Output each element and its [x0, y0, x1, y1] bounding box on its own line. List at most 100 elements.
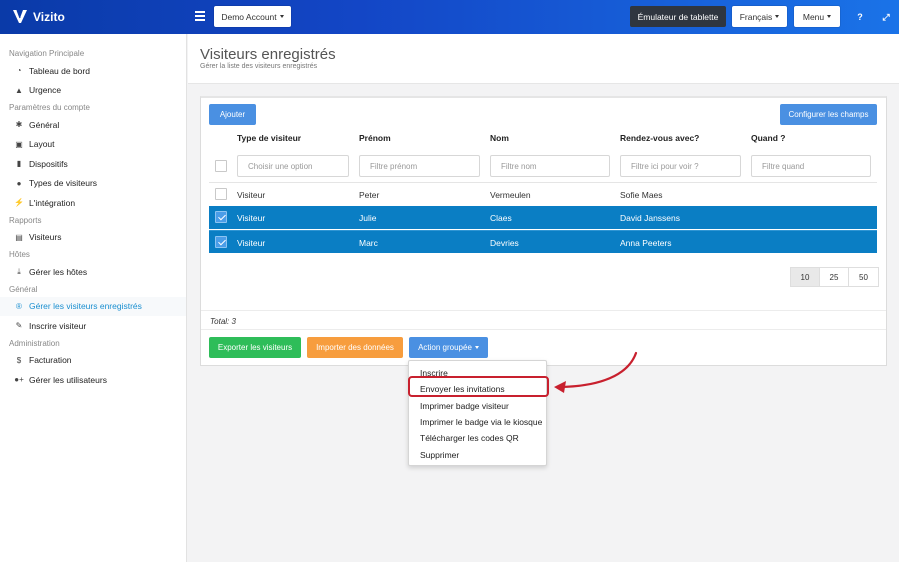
account-dropdown[interactable]: Demo Account: [214, 6, 291, 27]
gear-icon: ✱: [15, 120, 23, 130]
sidebar-item-label: Gérer les hôtes: [29, 266, 88, 277]
sidebar-item-label: Urgence: [29, 85, 62, 96]
rdv-filter-input[interactable]: Filtre ici pour voir ?: [620, 155, 741, 177]
page-size-selector: 10 25 50: [790, 267, 879, 287]
row-checkbox[interactable]: [215, 188, 227, 200]
brand-name: Vizito: [33, 9, 65, 24]
sidebar-item-label: Layout: [29, 139, 55, 150]
type-filter-select[interactable]: Choisir une option: [237, 155, 349, 177]
total-count: Total: 3: [210, 317, 236, 326]
nom-filter-text: Filtre nom: [501, 161, 537, 171]
column-header-quand[interactable]: Quand ?: [751, 133, 785, 143]
menu-item-supprimer[interactable]: Supprimer: [420, 450, 459, 460]
page-size-option[interactable]: 10: [791, 268, 820, 286]
page-size-option[interactable]: 50: [849, 268, 878, 286]
bulk-action-button[interactable]: Action groupée: [409, 337, 488, 358]
sidebar-item-gerer-utilisateurs[interactable]: ●+ Gérer les utilisateurs: [0, 370, 186, 390]
tablet-emulator-label: Émulateur de tablette: [637, 11, 719, 22]
menu-item-imprimer-badge[interactable]: Imprimer badge visiteur: [420, 401, 509, 411]
chevron-down-icon: [827, 15, 832, 18]
question-icon[interactable]: ?: [854, 11, 866, 23]
sidebar: Navigation Principale ◔ Tableau de bord ▲…: [0, 34, 187, 562]
sidebar-item-facturation[interactable]: $ Facturation: [0, 351, 186, 371]
export-label: Exporter les visiteurs: [217, 343, 293, 352]
page-subtitle: Gérer la liste des visiteurs enregistrés: [200, 63, 318, 70]
sidebar-item-visiteurs-enregistres[interactable]: ® Gérer les visiteurs enregistrés: [0, 296, 186, 316]
cell-type: Visiteur: [237, 238, 266, 248]
menu-item-imprimer-kiosque[interactable]: Imprimer le badge via le kiosque: [420, 417, 542, 427]
type-filter-text: Choisir une option: [248, 161, 313, 171]
export-visitors-button[interactable]: Exporter les visiteurs: [209, 337, 301, 358]
divider: [201, 329, 886, 330]
rdv-filter-text: Filtre ici pour voir ?: [631, 161, 699, 171]
sidebar-item-inscrire-visiteur[interactable]: ✎ Inscrire visiteur: [0, 316, 186, 336]
sidebar-item-layout[interactable]: ▣ Layout: [0, 135, 186, 155]
import-data-button[interactable]: Importer des données: [307, 337, 403, 358]
chevron-down-icon: [279, 15, 284, 18]
sidebar-item-urgence[interactable]: ▲ Urgence: [0, 81, 186, 101]
cell-rdv: Anna Peeters: [620, 238, 672, 248]
vizito-logo-icon: [13, 9, 27, 23]
expand-icon[interactable]: ⤢: [880, 11, 892, 23]
cell-rdv: David Janssens: [620, 213, 681, 223]
account-label: Demo Account: [221, 11, 277, 22]
cell-nom: Devries: [490, 238, 519, 248]
pencil-icon: ✎: [15, 321, 23, 331]
import-label: Importer des données: [316, 343, 394, 352]
cell-nom: Vermeulen: [490, 190, 531, 200]
tablet-icon: ▮: [16, 159, 22, 169]
dashboard-icon: ◔: [16, 66, 22, 76]
image-icon: ▣: [15, 139, 23, 149]
nom-filter-input[interactable]: Filtre nom: [490, 155, 610, 177]
brand-logo[interactable]: Vizito: [12, 9, 65, 24]
configure-fields-button[interactable]: Configurer les champs: [780, 104, 877, 125]
sidebar-item-label: L'intégration: [29, 197, 76, 208]
column-header-type[interactable]: Type de visiteur: [237, 133, 301, 143]
dollar-icon: $: [16, 355, 22, 365]
prenom-filter-text: Filtre prénom: [370, 161, 418, 171]
user-plus-icon: ●+: [14, 375, 24, 385]
sidebar-item-visiteurs[interactable]: ▤ Visiteurs: [0, 228, 186, 248]
tablet-emulator-button[interactable]: Émulateur de tablette: [630, 6, 726, 27]
cell-rdv: Sofie Maes: [620, 190, 663, 200]
sidebar-item-integration[interactable]: ⚡ L'intégration: [0, 193, 186, 213]
select-all-checkbox[interactable]: [215, 160, 227, 172]
cell-prenom: Marc: [359, 238, 378, 248]
sidebar-item-dispositifs[interactable]: ▮ Dispositifs: [0, 154, 186, 174]
sidebar-item-label: Inscrire visiteur: [29, 320, 87, 331]
language-dropdown[interactable]: Français: [732, 6, 787, 27]
sidebar-item-label: Types de visiteurs: [29, 178, 98, 189]
circle-r-icon: ®: [16, 301, 22, 311]
sidebar-item-tableau-de-bord[interactable]: ◔ Tableau de bord: [0, 61, 186, 81]
chevron-down-icon: [775, 15, 780, 18]
sidebar-item-types-visiteurs[interactable]: ● Types de visiteurs: [0, 174, 186, 194]
page-size-option[interactable]: 25: [820, 268, 849, 286]
sidebar-section-title: Navigation Principale: [9, 49, 85, 58]
sidebar-item-gerer-hotes[interactable]: ⤓ Gérer les hôtes: [0, 262, 186, 282]
divider: [201, 310, 886, 311]
cell-nom: Claes: [490, 213, 512, 223]
annotation-arrow-icon: [554, 351, 638, 393]
table-row[interactable]: Visiteur Julie Claes David Janssens: [209, 206, 877, 229]
row-checkbox[interactable]: [215, 211, 227, 223]
users-icon: ●: [16, 178, 22, 188]
add-button[interactable]: Ajouter: [209, 104, 256, 125]
prenom-filter-input[interactable]: Filtre prénom: [359, 155, 480, 177]
column-header-nom[interactable]: Nom: [490, 133, 509, 143]
column-header-rdv[interactable]: Rendez-vous avec?: [620, 133, 699, 143]
sidebar-item-general[interactable]: ✱ Général: [0, 115, 186, 135]
cell-prenom: Peter: [359, 190, 380, 200]
menu-dropdown[interactable]: Menu: [794, 6, 840, 27]
cell-type: Visiteur: [237, 213, 266, 223]
row-checkbox[interactable]: [215, 236, 227, 248]
hamburger-menu-icon[interactable]: [195, 11, 205, 21]
sidebar-section-title: Hôtes: [9, 250, 30, 259]
top-bar: Vizito Demo Account Émulateur de tablett…: [0, 0, 899, 34]
menu-item-telecharger-qr[interactable]: Télécharger les codes QR: [420, 433, 519, 443]
table-row[interactable]: Visiteur Peter Vermeulen Sofie Maes: [209, 182, 877, 205]
quand-filter-input[interactable]: Filtre quand: [751, 155, 871, 177]
column-header-prenom[interactable]: Prénom: [359, 133, 391, 143]
sidebar-section-title: Rapports: [9, 215, 42, 225]
book-icon: ▤: [15, 232, 23, 242]
table-row[interactable]: Visiteur Marc Devries Anna Peeters: [209, 230, 877, 253]
